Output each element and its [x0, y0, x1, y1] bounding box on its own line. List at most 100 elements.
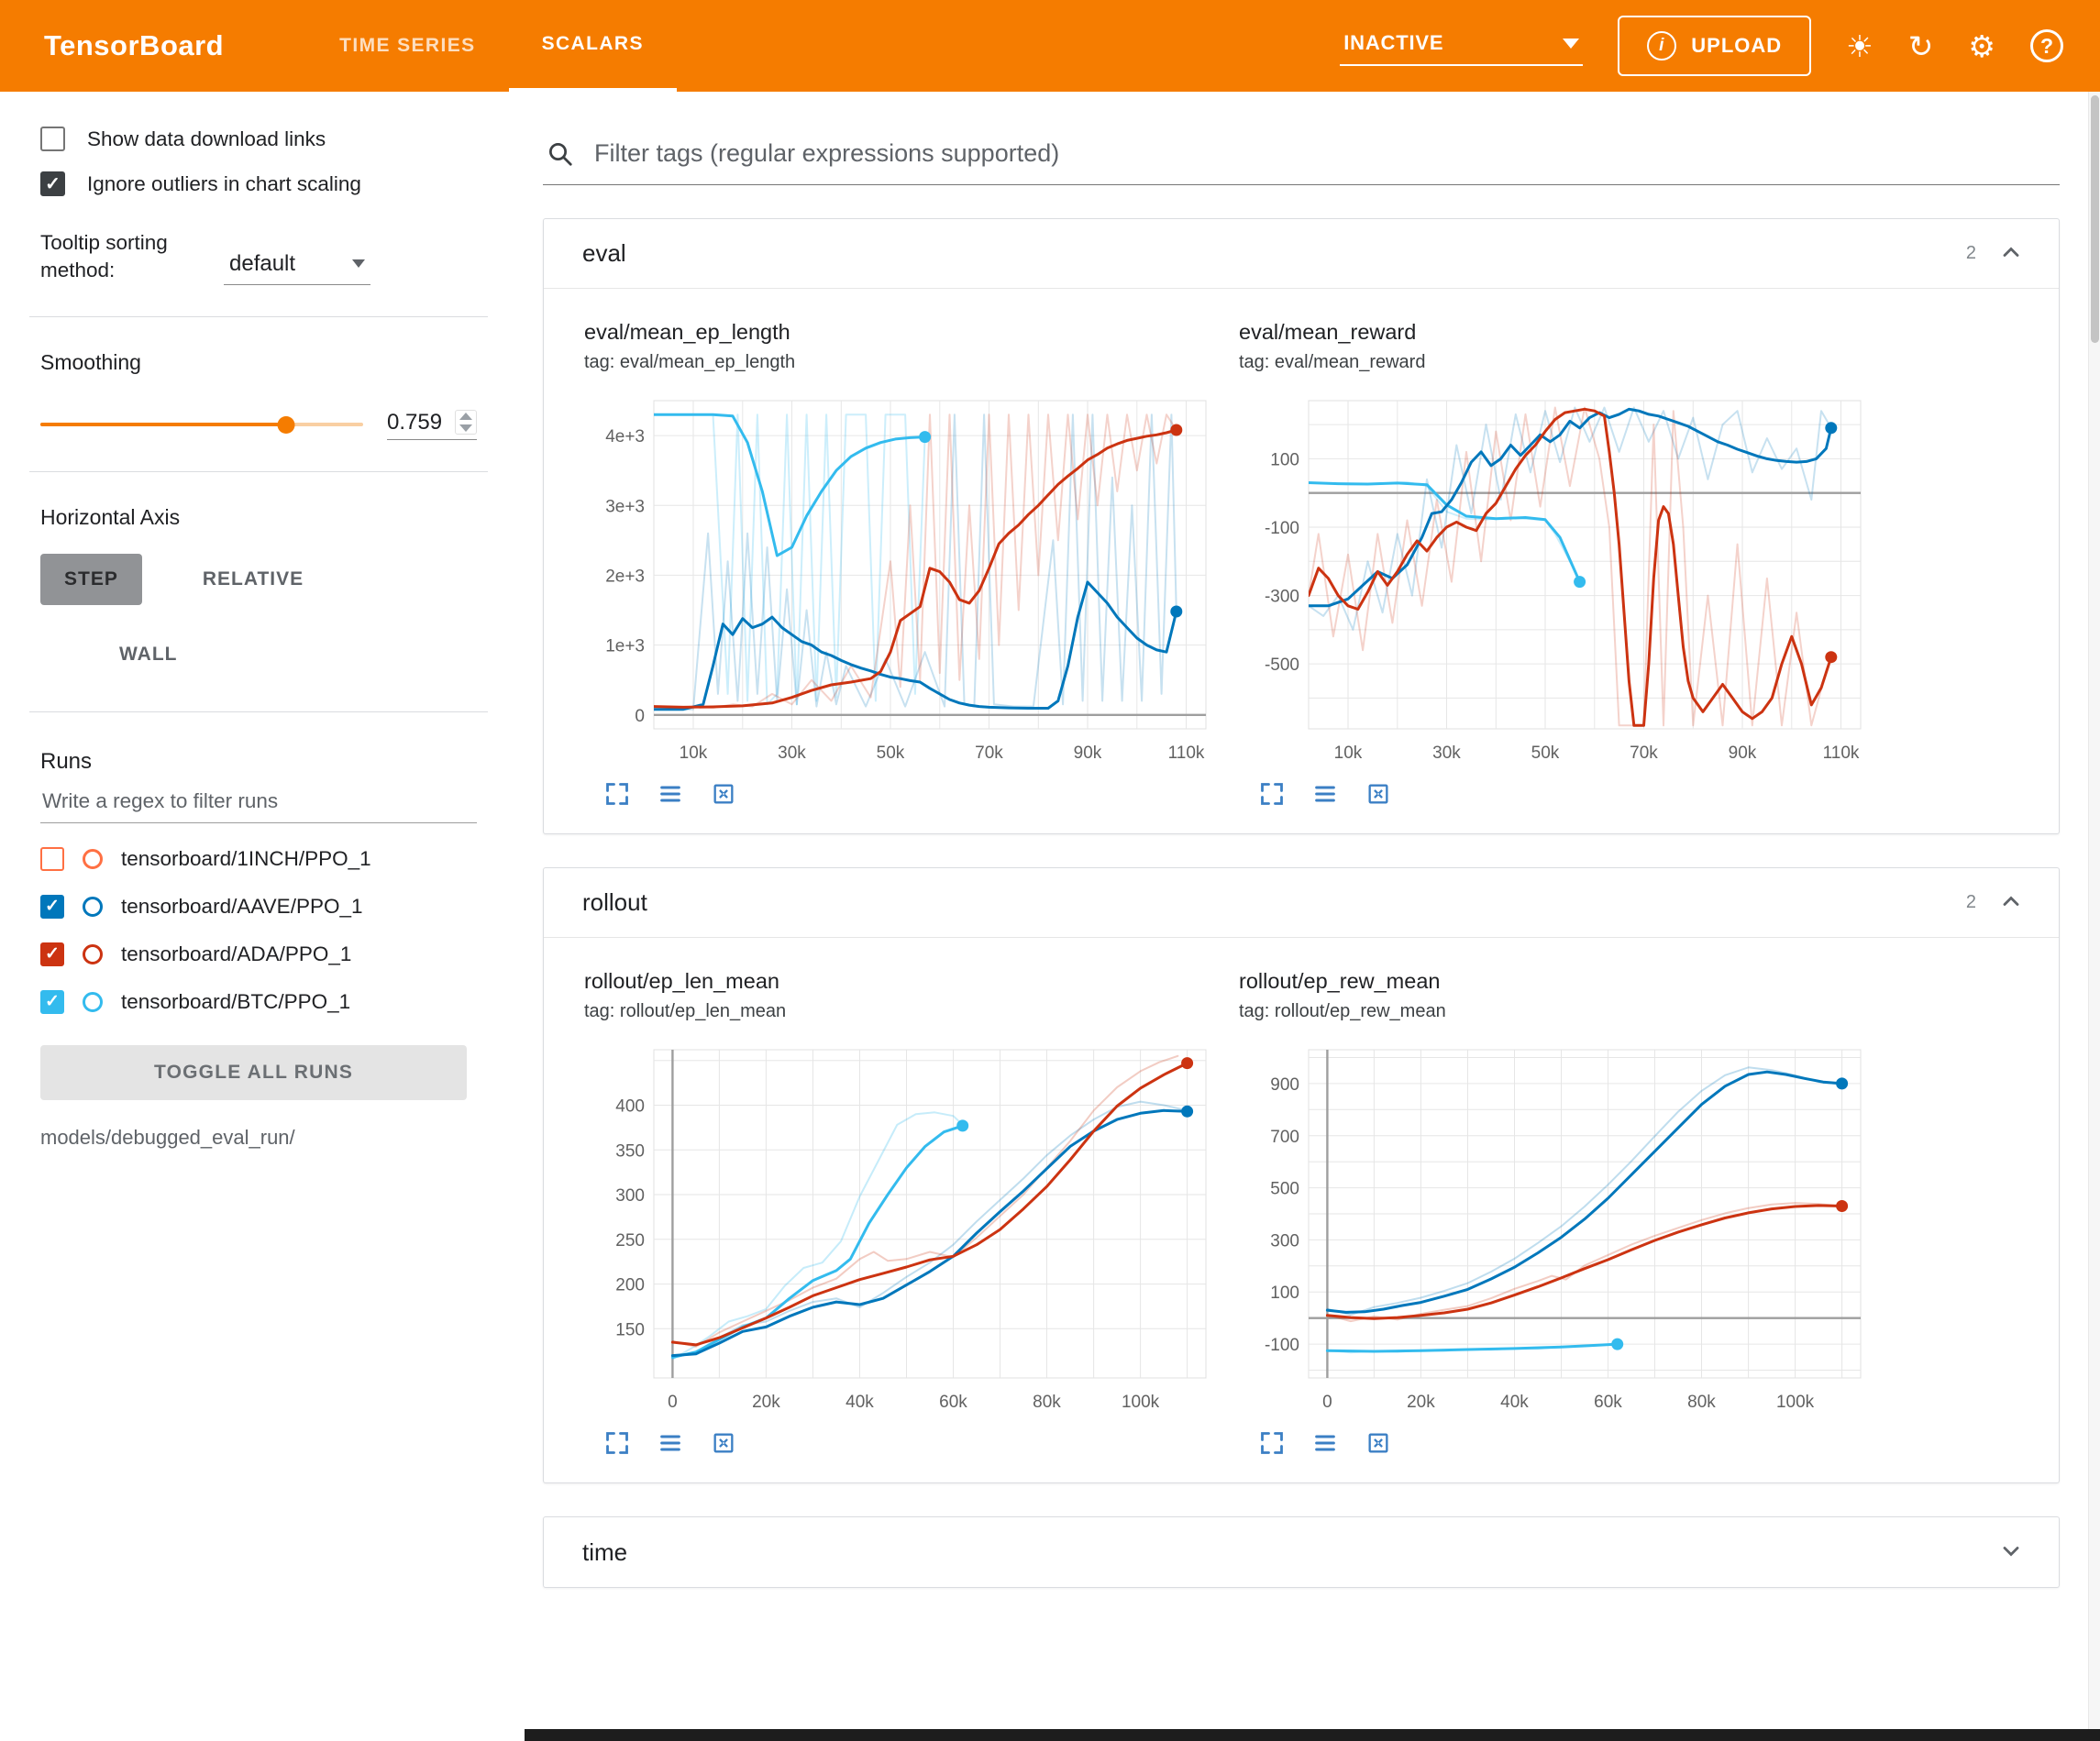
- collapse-section-button[interactable]: [1995, 885, 2028, 920]
- section-title: time: [582, 1538, 627, 1567]
- svg-text:400: 400: [615, 1097, 645, 1117]
- svg-text:-100: -100: [1265, 519, 1299, 538]
- expand-chart-icon[interactable]: [604, 1430, 630, 1459]
- tab-time-series[interactable]: TIME SERIES: [306, 0, 508, 92]
- svg-text:60k: 60k: [1594, 1393, 1622, 1412]
- status-dropdown[interactable]: INACTIVE: [1340, 26, 1583, 66]
- run-checkbox[interactable]: [40, 847, 64, 871]
- axis-step-button[interactable]: STEP: [40, 554, 142, 605]
- axis-wall-button[interactable]: WALL: [95, 629, 201, 680]
- section-eval-header[interactable]: eval 2: [544, 219, 2059, 289]
- tag-filter-input[interactable]: [594, 139, 2056, 168]
- chevron-down-icon: [1998, 1538, 2024, 1564]
- smoothing-value-input[interactable]: [387, 410, 455, 435]
- spinner-down-icon[interactable]: [459, 424, 472, 432]
- upload-button[interactable]: i UPLOAD: [1618, 16, 1811, 76]
- section-eval: eval 2 eval/mean_ep_length tag: eval/mea…: [543, 218, 2060, 834]
- brightness-icon[interactable]: ☀: [1846, 31, 1873, 61]
- svg-text:4e+3: 4e+3: [605, 427, 645, 446]
- run-row-btc[interactable]: ✓ tensorboard/BTC/PPO_1: [40, 990, 477, 1014]
- svg-text:1e+3: 1e+3: [605, 637, 645, 656]
- scrollbar-thumb[interactable]: [2091, 95, 2099, 343]
- expand-chart-icon[interactable]: [1259, 1430, 1285, 1459]
- chevron-up-icon: [1998, 888, 2024, 914]
- section-chart-count: 2: [1966, 892, 1976, 913]
- fit-domain-icon[interactable]: [711, 781, 736, 810]
- ignore-outliers-row[interactable]: ✓ Ignore outliers in chart scaling: [40, 171, 477, 196]
- svg-text:0: 0: [668, 1393, 678, 1412]
- header-actions: INACTIVE i UPLOAD ☀ ↻ ⚙ ?: [1340, 0, 2100, 92]
- expand-section-button[interactable]: [1995, 1535, 2028, 1570]
- run-row-1inch[interactable]: tensorboard/1INCH/PPO_1: [40, 847, 477, 871]
- show-download-checkbox[interactable]: [40, 127, 65, 151]
- svg-text:700: 700: [1270, 1128, 1299, 1147]
- run-label: tensorboard/1INCH/PPO_1: [121, 847, 371, 871]
- fit-domain-icon[interactable]: [711, 1430, 736, 1459]
- slider-knob[interactable]: [277, 416, 294, 434]
- svg-text:100: 100: [1270, 450, 1299, 469]
- run-color-circle: [83, 897, 103, 917]
- run-color-circle: [83, 944, 103, 964]
- settings-gear-icon[interactable]: ⚙: [1968, 31, 1995, 61]
- expand-chart-icon[interactable]: [604, 781, 630, 810]
- axis-relative-button[interactable]: RELATIVE: [179, 554, 327, 605]
- section-time-header[interactable]: time: [544, 1517, 2059, 1587]
- svg-text:10k: 10k: [680, 744, 708, 763]
- expand-chart-icon[interactable]: [1259, 781, 1285, 810]
- svg-text:70k: 70k: [975, 744, 1003, 763]
- app-title: TensorBoard: [44, 29, 224, 62]
- ignore-outliers-label: Ignore outliers in chart scaling: [87, 172, 361, 196]
- fit-domain-icon[interactable]: [1365, 1430, 1391, 1459]
- svg-text:40k: 40k: [1500, 1393, 1529, 1412]
- help-icon[interactable]: ?: [2030, 29, 2063, 62]
- ignore-outliers-checkbox[interactable]: ✓: [40, 171, 65, 196]
- spinner-up-icon[interactable]: [459, 413, 472, 420]
- line-chart[interactable]: 020k40k60k80k100k-100100300500700900: [1239, 1039, 1873, 1427]
- tab-scalars[interactable]: SCALARS: [509, 0, 677, 92]
- fit-domain-icon[interactable]: [1365, 781, 1391, 810]
- run-directory-path: models/debugged_eval_run/: [40, 1126, 477, 1150]
- smoothing-slider[interactable]: [40, 415, 363, 434]
- section-rollout-header[interactable]: rollout 2: [544, 868, 2059, 938]
- runs-filter-input[interactable]: [40, 775, 477, 823]
- svg-text:20k: 20k: [1407, 1393, 1435, 1412]
- run-row-ada[interactable]: ✓ tensorboard/ADA/PPO_1: [40, 942, 477, 966]
- data-table-icon[interactable]: [658, 781, 683, 810]
- tooltip-sorting-row: Tooltip sorting method: default: [40, 229, 477, 285]
- svg-text:3e+3: 3e+3: [605, 497, 645, 516]
- svg-text:350: 350: [615, 1141, 645, 1161]
- svg-text:250: 250: [615, 1231, 645, 1251]
- run-checkbox[interactable]: ✓: [40, 895, 64, 919]
- show-download-links-row[interactable]: Show data download links: [40, 127, 477, 151]
- line-chart[interactable]: 10k30k50k70k90k110k100-100-300-500: [1239, 390, 1873, 777]
- spinner-stepper[interactable]: [455, 410, 477, 435]
- sidebar-divider: [29, 471, 488, 472]
- run-checkbox[interactable]: ✓: [40, 990, 64, 1014]
- chart-tag: tag: eval/mean_ep_length: [584, 352, 1219, 373]
- vertical-scrollbar[interactable]: [2088, 92, 2100, 1741]
- toggle-all-runs-button[interactable]: TOGGLE ALL RUNS: [40, 1045, 467, 1100]
- chart-card-ep-rew-mean: rollout/ep_rew_mean tag: rollout/ep_rew_…: [1239, 969, 1873, 1459]
- info-icon: i: [1647, 31, 1676, 61]
- run-row-aave[interactable]: ✓ tensorboard/AAVE/PPO_1: [40, 895, 477, 919]
- chart-title: rollout/ep_rew_mean: [1239, 969, 1873, 994]
- svg-text:200: 200: [615, 1276, 645, 1295]
- svg-text:10k: 10k: [1334, 744, 1363, 763]
- data-table-icon[interactable]: [1312, 781, 1338, 810]
- settings-sidebar: Show data download links ✓ Ignore outlie…: [0, 92, 514, 1741]
- refresh-icon[interactable]: ↻: [1908, 31, 1934, 61]
- run-checkbox[interactable]: ✓: [40, 942, 64, 966]
- upload-label: UPLOAD: [1691, 34, 1782, 58]
- show-download-label: Show data download links: [87, 127, 326, 151]
- line-chart[interactable]: 020k40k60k80k100k150200250300350400: [584, 1039, 1219, 1427]
- collapse-section-button[interactable]: [1995, 236, 2028, 271]
- tag-filter-bar: [543, 139, 2060, 185]
- data-table-icon[interactable]: [1312, 1430, 1338, 1459]
- svg-text:300: 300: [1270, 1231, 1299, 1251]
- chart-tag: tag: rollout/ep_rew_mean: [1239, 1001, 1873, 1022]
- line-chart[interactable]: 10k30k50k70k90k110k01e+32e+33e+34e+3: [584, 390, 1219, 777]
- status-dropdown-value: INACTIVE: [1343, 31, 1443, 55]
- run-color-circle: [83, 849, 103, 869]
- tooltip-sorting-select[interactable]: default: [224, 248, 370, 285]
- data-table-icon[interactable]: [658, 1430, 683, 1459]
